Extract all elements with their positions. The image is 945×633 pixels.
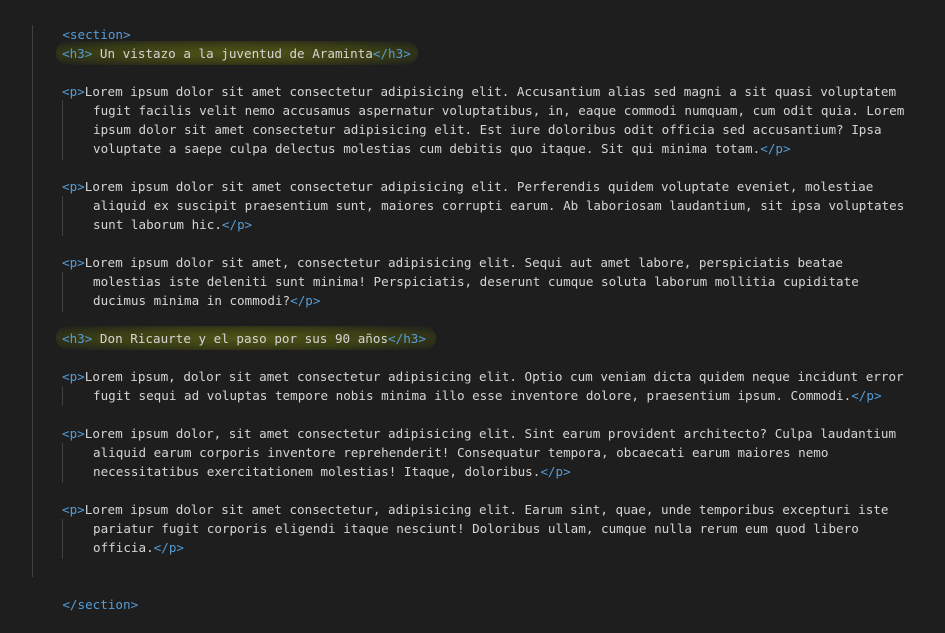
- h3-close-tag: </h3>: [388, 331, 426, 346]
- p-open-tag: <p>: [62, 84, 85, 99]
- p-open-tag: <p>: [62, 179, 85, 194]
- code-line[interactable]: ducimus minima in commodi?</p>: [93, 291, 320, 310]
- p6-line3: officia.: [93, 540, 154, 555]
- h3-open-tag: <h3>: [62, 46, 93, 61]
- code-line[interactable]: fugit sequi ad voluptas tempore nobis mi…: [93, 386, 882, 405]
- p-close-tag: </p>: [851, 388, 882, 403]
- indent-guide: [62, 443, 63, 483]
- code-line[interactable]: <p>Lorem ipsum dolor sit amet consectetu…: [62, 177, 873, 196]
- code-line[interactable]: aliquid ex suscipit praesentium sunt, ma…: [93, 196, 904, 215]
- p5-line2: aliquid earum corporis inventore reprehe…: [93, 445, 829, 460]
- code-line[interactable]: necessitatibus exercitationem molestias!…: [93, 462, 571, 481]
- heading2-text: Don Ricaurte y el paso por sus 90 años: [92, 331, 389, 346]
- p-close-tag: </p>: [221, 217, 253, 232]
- p1-line4: voluptate a saepe culpa delectus molesti…: [93, 141, 761, 156]
- p2-line3: sunt laborum hic.: [93, 217, 222, 232]
- section-close-tag: </section>: [62, 597, 139, 612]
- heading1-text: Un vistazo a la juventud de Araminta: [92, 46, 373, 61]
- indent-guide: [32, 25, 33, 577]
- code-line-heading1[interactable]: <h3> Un vistazo a la juventud de Aramint…: [62, 44, 411, 63]
- code-line[interactable]: <section>: [32, 6, 130, 42]
- p-close-tag: </p>: [290, 293, 321, 308]
- p1-line3: ipsum dolor sit amet consectetur adipisi…: [93, 122, 882, 137]
- code-line[interactable]: officia.</p>: [93, 538, 184, 557]
- p6-line2: pariatur fugit corporis eligendi itaque …: [93, 521, 859, 536]
- code-line[interactable]: voluptate a saepe culpa delectus molesti…: [93, 139, 791, 158]
- code-line[interactable]: pariatur fugit corporis eligendi itaque …: [93, 519, 859, 538]
- p-open-tag: <p>: [62, 426, 85, 441]
- h3-open-tag: <h3>: [62, 331, 93, 346]
- code-line[interactable]: sunt laborum hic.</p>: [93, 215, 252, 234]
- p4-line2: fugit sequi ad voluptas tempore nobis mi…: [93, 388, 852, 403]
- p6-line1: Lorem ipsum dolor sit amet consectetur, …: [84, 502, 889, 517]
- p-close-tag: </p>: [760, 141, 791, 156]
- code-line[interactable]: <p>Lorem ipsum, dolor sit amet consectet…: [62, 367, 904, 386]
- code-line[interactable]: <p>Lorem ipsum dolor sit amet consectetu…: [62, 500, 888, 519]
- code-line[interactable]: molestias iste deleniti sunt minima! Per…: [93, 272, 859, 291]
- p2-line1: Lorem ipsum dolor sit amet consectetur a…: [84, 179, 874, 194]
- code-line[interactable]: </section>: [32, 576, 138, 612]
- section-open-tag: <section>: [62, 27, 131, 42]
- indent-guide: [62, 386, 63, 406]
- code-line-heading2[interactable]: <h3> Don Ricaurte y el paso por sus 90 a…: [62, 329, 426, 348]
- code-editor[interactable]: <section> <h3> Un vistazo a la juventud …: [0, 0, 945, 612]
- code-line[interactable]: <p>Lorem ipsum dolor, sit amet consectet…: [62, 424, 896, 443]
- p1-line1: Lorem ipsum dolor sit amet consectetur a…: [84, 84, 897, 99]
- indent-guide: [62, 519, 63, 559]
- p3-line3: ducimus minima in commodi?: [93, 293, 291, 308]
- p2-line2: aliquid ex suscipit praesentium sunt, ma…: [93, 198, 905, 213]
- code-line[interactable]: fugit facilis velit nemo accusamus asper…: [93, 101, 904, 120]
- h3-close-tag: </h3>: [372, 46, 411, 61]
- p1-line2: fugit facilis velit nemo accusamus asper…: [93, 103, 905, 118]
- p5-line1: Lorem ipsum dolor, sit amet consectetur …: [84, 426, 897, 441]
- code-line[interactable]: ipsum dolor sit amet consectetur adipisi…: [93, 120, 882, 139]
- p-open-tag: <p>: [62, 255, 85, 270]
- p-close-tag: </p>: [540, 464, 571, 479]
- p4-line1: Lorem ipsum, dolor sit amet consectetur …: [84, 369, 904, 384]
- indent-guide: [62, 196, 63, 236]
- p-open-tag: <p>: [62, 369, 85, 384]
- p-close-tag: </p>: [153, 540, 185, 555]
- code-line[interactable]: <p>Lorem ipsum dolor sit amet, consectet…: [62, 253, 843, 272]
- code-line[interactable]: aliquid earum corporis inventore reprehe…: [93, 443, 828, 462]
- p-open-tag: <p>: [62, 502, 85, 517]
- p3-line1: Lorem ipsum dolor sit amet, consectetur …: [84, 255, 843, 270]
- indent-guide: [62, 272, 63, 312]
- p5-line3: necessitatibus exercitationem molestias!…: [93, 464, 541, 479]
- indent-guide: [62, 100, 63, 160]
- code-line[interactable]: <p>Lorem ipsum dolor sit amet consectetu…: [62, 82, 896, 101]
- p3-line2: molestias iste deleniti sunt minima! Per…: [93, 274, 859, 289]
